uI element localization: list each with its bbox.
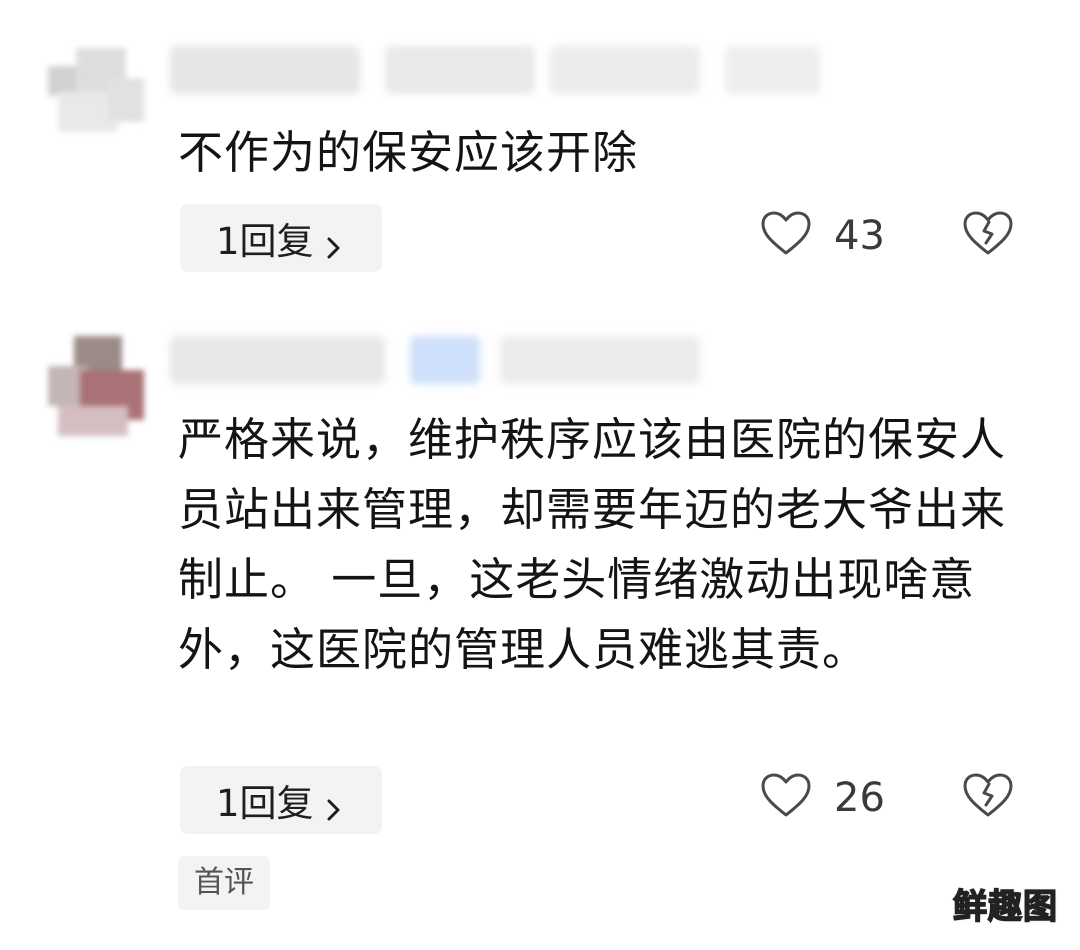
- broken-heart-icon: [962, 210, 1014, 262]
- chevron-right-icon: [326, 226, 342, 259]
- avatar[interactable]: [48, 336, 144, 436]
- comment-text: 不作为的保安应该开除: [178, 126, 639, 179]
- avatar[interactable]: [48, 48, 144, 144]
- username-blurred[interactable]: [170, 336, 700, 384]
- dislike-button[interactable]: [962, 764, 1016, 832]
- like-count: 43: [834, 213, 885, 259]
- username-blurred[interactable]: [170, 46, 820, 94]
- broken-heart-icon: [962, 772, 1014, 824]
- first-comment-badge: 首评: [178, 856, 270, 910]
- reply-count-label: 1回复: [216, 220, 314, 263]
- watermark: 鲜趣图: [952, 886, 1058, 928]
- chevron-right-icon: [326, 788, 342, 821]
- like-count: 26: [834, 775, 885, 821]
- like-button[interactable]: 26: [760, 764, 885, 832]
- comment-item: 严格来说，维护秩序应该由医院的保安人员站出来管理，却需要年迈的老大爷出来制止。 …: [0, 300, 1080, 950]
- reply-count-button[interactable]: 1回复: [180, 766, 382, 834]
- reply-count-button[interactable]: 1回复: [180, 204, 382, 272]
- dislike-button[interactable]: [962, 202, 1016, 270]
- heart-outline-icon: [760, 210, 812, 262]
- comment-item: 不作为的保安应该开除 1回复 43: [0, 0, 1080, 300]
- heart-outline-icon: [760, 772, 812, 824]
- reply-count-label: 1回复: [216, 782, 314, 825]
- comment-text: 严格来说，维护秩序应该由医院的保安人员站出来管理，却需要年迈的老大爷出来制止。 …: [178, 413, 1007, 676]
- like-button[interactable]: 43: [760, 202, 885, 270]
